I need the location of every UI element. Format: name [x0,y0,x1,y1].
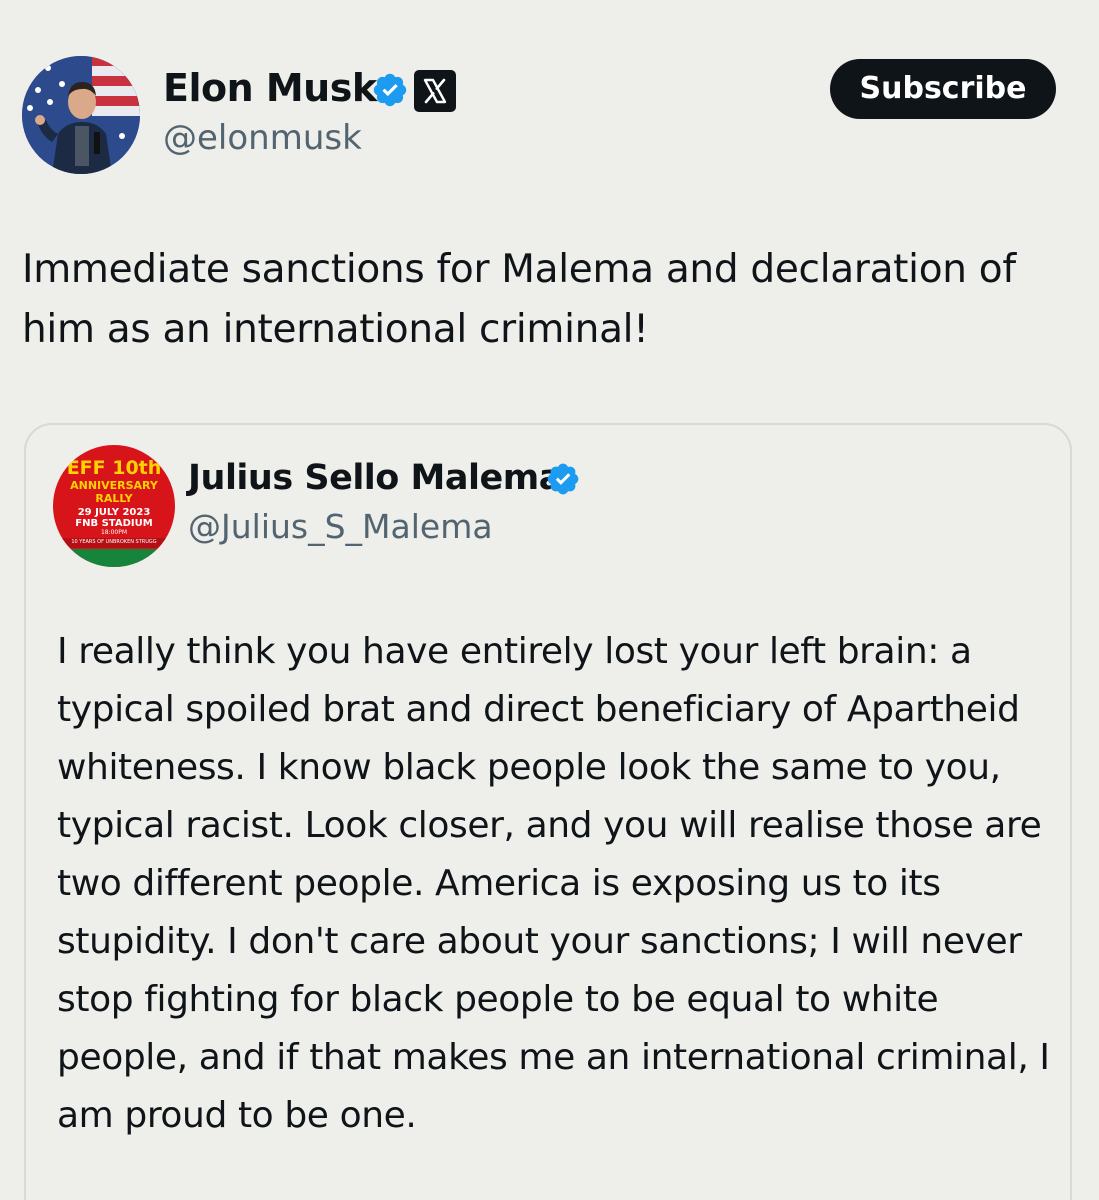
quoted-author-handle[interactable]: @Julius_S_Malema [188,507,493,546]
quoted-author-avatar[interactable]: EFF 10th ANNIVERSARY RALLY 29 JULY 2023 … [53,445,175,567]
avatar-text-line3: RALLY [95,492,133,505]
avatar-text-line4: 29 JULY 2023 [77,507,151,518]
author-handle[interactable]: @elonmusk [163,118,362,158]
avatar-text-line6: 18:00PM [100,529,128,536]
avatar-text-line7: 10 YEARS OF UNBROKEN STRUGG [71,539,157,545]
quoted-author-name[interactable]: Julius Sello Malema [188,458,562,498]
avatar-green-band [53,549,175,567]
author-avatar[interactable] [22,56,140,174]
avatar-text-line2: ANNIVERSARY [70,479,158,492]
verified-badge-icon [373,73,407,107]
x-logo-icon [414,70,456,112]
verified-badge-icon [547,463,579,495]
subscribe-button[interactable]: Subscribe [830,59,1056,119]
quoted-tweet-text: I really think you have entirely lost yo… [57,631,1050,1136]
author-avatar-image [22,56,140,174]
avatar-text-line5: FNB STADIUM [75,518,153,529]
tweet-text: Immediate sanctions for Malema and decla… [22,247,1016,352]
author-name[interactable]: Elon Musk [163,66,377,110]
tweet-screenshot: Elon Musk @elonmusk Subscribe Immediate … [0,0,1099,1200]
avatar-text-line1: EFF 10th [66,457,162,479]
